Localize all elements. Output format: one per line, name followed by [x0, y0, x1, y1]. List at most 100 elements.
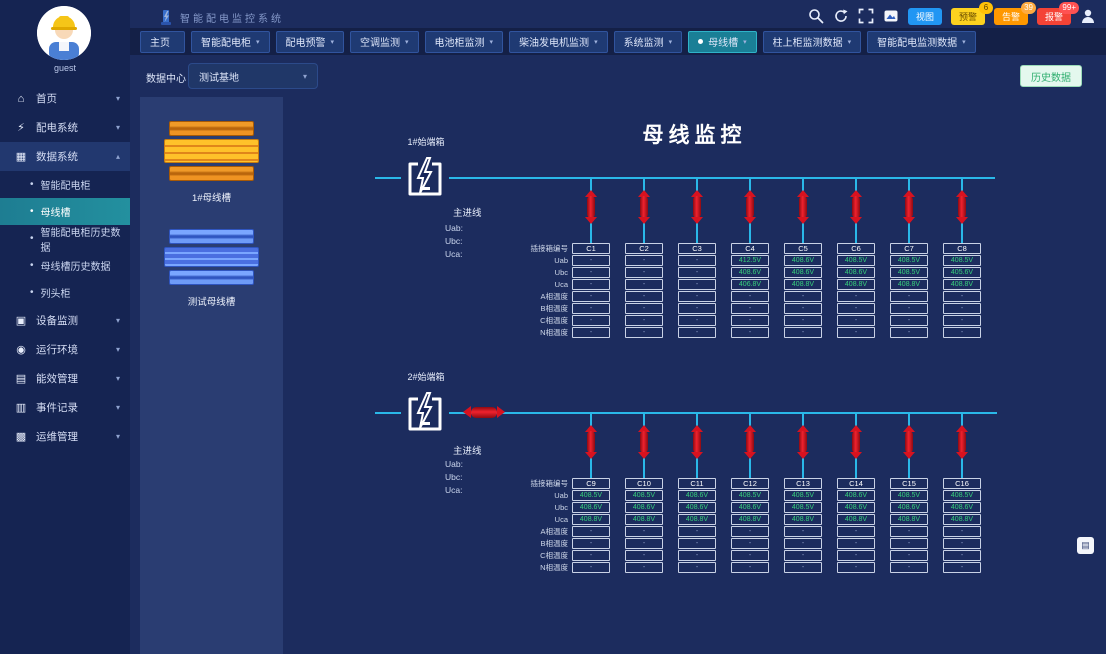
uab-value: 408.5V [943, 255, 981, 266]
branch-circuit: C14 408.6V 408.6V 408.8V - - - - [837, 413, 875, 573]
alarm-button-label: 预警 [959, 10, 977, 23]
chevron-down-icon: ▾ [303, 72, 307, 81]
ubc-value: 408.6V [837, 502, 875, 513]
sidebar-subitem[interactable]: • 智能配电柜历史数据 [0, 225, 130, 252]
fullscreen-icon[interactable] [858, 8, 874, 24]
row-label: 插接箱编号 [423, 478, 568, 490]
incoming-box-1[interactable] [401, 154, 449, 202]
datacenter-select-value: 测试基地 [199, 69, 239, 84]
fuse-icon [799, 431, 807, 453]
nav-tab[interactable]: 电池柜监测 ▾ [425, 31, 504, 53]
branch-table: C8 408.5V 405.6V 408.8V - - - - [943, 243, 981, 339]
chevron-down-icon: ▾ [490, 38, 494, 46]
busduct-label: 1#母线槽 [164, 190, 259, 204]
row-label: Uca [423, 514, 568, 526]
nav-tab[interactable]: 智能配电柜 ▾ [191, 31, 270, 53]
fuse-icon [903, 452, 915, 459]
user-icon[interactable] [1080, 8, 1096, 24]
uab-label: Uab: [445, 223, 463, 233]
fuse-icon [797, 217, 809, 224]
sidebar-item[interactable]: ⚡ 配电系统 ▾ [0, 113, 130, 142]
sidebar-item[interactable]: ⌂ 首页 ▾ [0, 84, 130, 113]
screenshot-icon[interactable] [883, 8, 899, 24]
branch-circuit: C13 408.5V 408.5V 408.8V - - - - [784, 413, 822, 573]
branch-id: C1 [572, 243, 610, 254]
bullet-icon: • [30, 287, 34, 298]
duct-bar [164, 139, 259, 163]
temp-b-value: - [837, 303, 875, 314]
bus-coupler-icon [463, 406, 505, 418]
view-button-label: 视图 [916, 10, 934, 23]
sidebar-subitem[interactable]: • 智能配电柜 [0, 171, 130, 198]
sidebar-item[interactable]: ▤ 能效管理 ▾ [0, 364, 130, 393]
temp-b-value: - [678, 538, 716, 549]
sidebar-subitem-label: 智能配电柜历史数据 [41, 224, 130, 254]
branch-row-2: C9 408.5V 408.6V 408.8V - - - - [572, 413, 981, 573]
search-icon[interactable] [808, 8, 824, 24]
alarm-count-badge: 99+ [1059, 2, 1079, 14]
temp-n-value: - [784, 562, 822, 573]
chevron-down-icon: ▾ [743, 38, 747, 46]
nav-tab[interactable]: 空调监测 ▾ [350, 31, 419, 53]
nav-tab[interactable]: 配电预警 ▾ [276, 31, 345, 53]
temp-n-value: - [625, 327, 663, 338]
uca-value: - [572, 279, 610, 290]
row-label: Uab [423, 490, 568, 502]
sidebar-item[interactable]: ▦ 数据系统 ▴ [0, 142, 130, 171]
sidebar-subitem[interactable]: • 母线槽历史数据 [0, 252, 130, 279]
alarm-button[interactable]: 报警 99+ [1037, 8, 1071, 25]
view-button[interactable]: 视图 [908, 8, 942, 25]
temp-n-value: - [678, 562, 716, 573]
temp-a-value: - [784, 291, 822, 302]
history-data-button[interactable]: 历史数据 [1020, 65, 1082, 87]
alarm-button[interactable]: 告警 39 [994, 8, 1028, 25]
uca-value: 408.8V [784, 514, 822, 525]
service-float-button[interactable]: ▤ [1077, 537, 1094, 554]
datacenter-select[interactable]: 测试基地 ▾ [188, 63, 318, 89]
temp-c-value: - [731, 550, 769, 561]
sidebar-item-icon: ▤ [14, 372, 28, 385]
temp-a-value: - [625, 526, 663, 537]
incoming-box-2[interactable] [401, 389, 449, 437]
nav-tab[interactable]: 智能配电监测数据 ▾ [867, 31, 976, 53]
nav-tab[interactable]: 主页 [140, 31, 185, 53]
branch-id: C2 [625, 243, 663, 254]
sidebar-subitem[interactable]: • 母线槽 [0, 198, 130, 225]
refresh-icon[interactable] [833, 8, 849, 24]
alarm-button[interactable]: 预警 6 [951, 8, 985, 25]
ubc-value: 408.6V [678, 502, 716, 513]
temp-n-value: - [943, 327, 981, 338]
branch-circuit: C11 408.6V 408.6V 408.8V - - - - [678, 413, 716, 573]
sidebar-item-icon: ⚡ [14, 121, 28, 134]
sidebar-subitem-label: 智能配电柜 [41, 177, 91, 192]
branch-id: C10 [625, 478, 663, 489]
uca-value: - [625, 279, 663, 290]
nav-tab[interactable]: 母线槽 ▾ [688, 31, 757, 53]
branch-id: C12 [731, 478, 769, 489]
branch-id: C5 [784, 243, 822, 254]
sidebar-item-label: 配电系统 [36, 120, 78, 135]
nav-tab[interactable]: 系统监测 ▾ [614, 31, 683, 53]
fuse-icon [691, 217, 703, 224]
sidebar-item[interactable]: ◉ 运行环境 ▾ [0, 335, 130, 364]
fuse-icon [850, 217, 862, 224]
busduct-item-2[interactable]: 测试母线槽 [164, 229, 259, 308]
nav-tab[interactable]: 柱上柜监测数据 ▾ [763, 31, 862, 53]
branch-table: C13 408.5V 408.5V 408.8V - - - - [784, 478, 822, 574]
sidebar-item[interactable]: ▥ 事件记录 ▾ [0, 393, 130, 422]
avatar[interactable] [37, 6, 91, 60]
branch-table: C5 408.6V 408.6V 408.8V - - - - [784, 243, 822, 339]
nav-tab[interactable]: 柴油发电机监测 ▾ [509, 31, 608, 53]
chevron-icon: ▾ [116, 316, 120, 325]
active-dot-icon [698, 39, 703, 44]
busduct-item-1[interactable]: 1#母线槽 [164, 121, 259, 204]
coupler-body [471, 407, 497, 418]
sidebar-item[interactable]: ▣ 设备监测 ▾ [0, 306, 130, 335]
temp-b-value: - [784, 538, 822, 549]
chevron-down-icon: ▾ [962, 38, 966, 46]
sidebar-subitem-label: 列头柜 [41, 285, 71, 300]
sidebar-item[interactable]: ▩ 运维管理 ▾ [0, 422, 130, 451]
ubc-value: 408.6V [572, 502, 610, 513]
branch-circuit: C1 - - - - - - - [572, 178, 610, 338]
sidebar-subitem[interactable]: • 列头柜 [0, 279, 130, 306]
